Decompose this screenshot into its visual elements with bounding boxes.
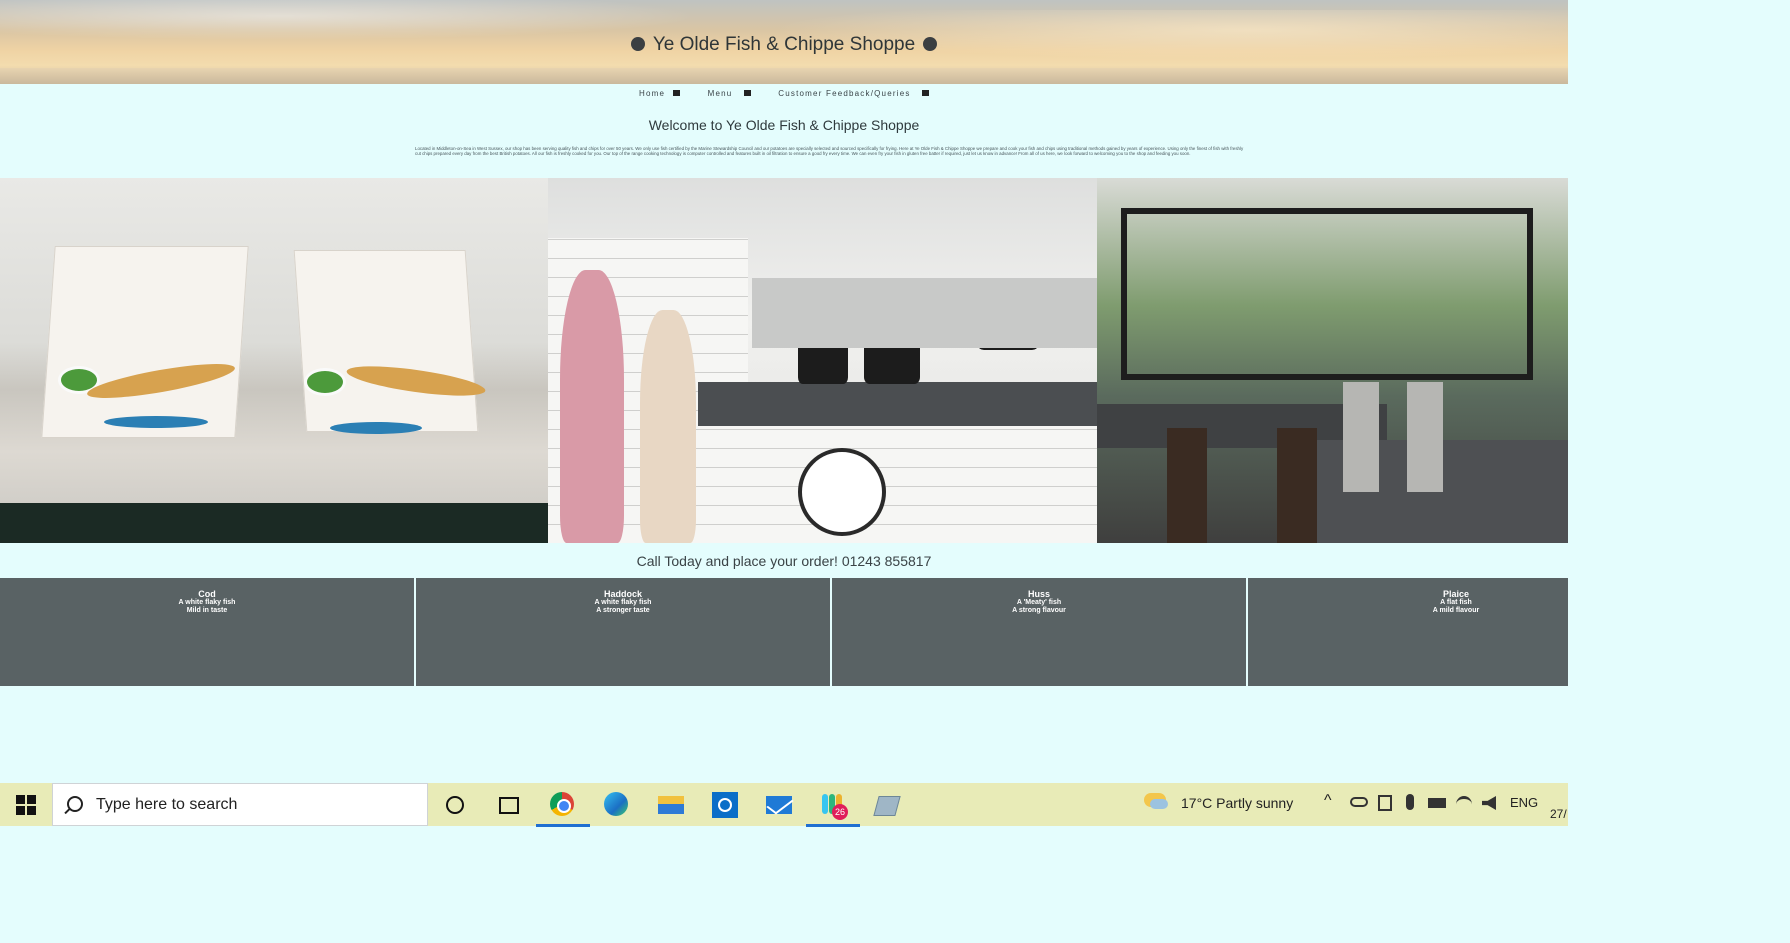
onedrive-icon[interactable] xyxy=(1350,797,1368,807)
fish-taste: A stronger taste xyxy=(596,607,650,614)
nav-menu[interactable]: Menu xyxy=(702,89,757,98)
fish-cards: Cod A white flaky fish Mild in taste Had… xyxy=(0,578,1568,686)
language-indicator[interactable]: ENG xyxy=(1510,795,1538,810)
nav-feedback[interactable]: Customer Feedback/Queries xyxy=(772,89,935,98)
takeaway-box xyxy=(41,246,249,438)
fish-name: Huss xyxy=(1027,589,1050,599)
fish-description: A white flaky fish xyxy=(594,599,652,606)
fish-description: A flat fish xyxy=(1440,599,1472,606)
bench-shadow xyxy=(0,503,548,543)
windows-start-icon[interactable] xyxy=(16,795,36,815)
fish-card-plaice: Plaice A flat fish A mild flavour xyxy=(1248,578,1568,686)
rose-emblem-icon xyxy=(923,37,938,51)
nav-home[interactable]: Home xyxy=(633,89,686,98)
fish-name: Cod xyxy=(198,589,216,599)
chrome-icon[interactable] xyxy=(536,790,590,827)
search-placeholder: Type here to search xyxy=(96,796,238,813)
rose-logo-icon xyxy=(798,448,886,536)
windows-taskbar: Type here to search 26 17°C Partly sunny… xyxy=(0,783,1568,827)
fish-card-huss: Huss A 'Meaty' fish A strong flavour xyxy=(832,578,1246,686)
fish-taste: A mild flavour xyxy=(1432,607,1480,614)
fish-card-haddock: Haddock A white flaky fish A stronger ta… xyxy=(416,578,830,686)
chair xyxy=(1277,428,1317,543)
counter-tiles xyxy=(698,426,1097,543)
chevron-up-icon[interactable]: ^ xyxy=(1324,792,1332,810)
box-fish-print xyxy=(104,416,208,428)
fish-taste: A strong flavour xyxy=(1012,607,1066,614)
hero-banner: Ye Olde Fish & Chippe Shoppe xyxy=(0,0,1568,84)
weather-text[interactable]: 17°C Partly sunny xyxy=(1181,795,1293,811)
file-explorer-icon[interactable] xyxy=(656,790,686,820)
call-to-action: Call Today and place your order! 01243 8… xyxy=(636,553,932,569)
microphone-icon[interactable] xyxy=(1406,794,1414,810)
volume-icon[interactable] xyxy=(1482,796,1496,810)
fish-icon xyxy=(743,90,751,96)
home-icon xyxy=(673,90,681,96)
intro-paragraph: Located in Middleton-on-Sea in West Suss… xyxy=(415,146,1244,157)
welcome-heading: Welcome to Ye Olde Fish & Chippe Shoppe xyxy=(648,117,920,133)
fish-card-cod: Cod A white flaky fish Mild in taste xyxy=(0,578,414,686)
dell-icon[interactable] xyxy=(710,790,740,820)
task-view-icon[interactable] xyxy=(494,790,524,820)
wifi-icon[interactable] xyxy=(1456,796,1472,813)
fish-name: Plaice xyxy=(1442,589,1470,599)
notes-icon[interactable] xyxy=(872,790,902,820)
box-fish-print xyxy=(330,422,422,434)
fish-description: A white flaky fish xyxy=(178,599,236,606)
site-title: Ye Olde Fish & Chippe Shoppe xyxy=(652,34,916,55)
taskbar-search-box[interactable]: Type here to search xyxy=(52,783,428,826)
sea-horizon xyxy=(0,68,1568,84)
meet-now-icon[interactable] xyxy=(1378,795,1392,811)
fish-name: Haddock xyxy=(603,589,642,599)
shop-counter-photo xyxy=(548,178,1097,543)
battery-icon[interactable] xyxy=(1428,798,1446,808)
mail-icon[interactable] xyxy=(764,790,794,820)
notification-badge: 26 xyxy=(832,804,848,820)
edge-icon[interactable] xyxy=(602,790,632,820)
bar-stool xyxy=(1343,382,1379,492)
fish-description: A 'Meaty' fish xyxy=(1016,599,1062,606)
book-icon xyxy=(921,90,929,96)
takeaway-box xyxy=(293,250,479,432)
fish-taste: Mild in taste xyxy=(186,607,228,614)
customer-woman xyxy=(640,310,696,543)
chair xyxy=(1167,428,1207,543)
photo-strip xyxy=(0,178,1568,543)
rose-emblem-icon xyxy=(630,37,645,51)
clock-date[interactable]: 27/ xyxy=(1550,807,1567,821)
fish-and-chips-boxes-photo xyxy=(0,178,548,543)
cortana-icon[interactable] xyxy=(440,790,470,820)
main-nav: Home Menu Customer Feedback/Queries xyxy=(0,89,1568,98)
site-title-row: Ye Olde Fish & Chippe Shoppe xyxy=(0,34,1568,56)
slack-icon[interactable]: 26 xyxy=(806,790,860,827)
fryer-range xyxy=(752,278,1097,348)
bar-stool xyxy=(1407,382,1443,492)
customer-man xyxy=(560,270,624,543)
mushy-peas xyxy=(304,368,346,396)
counter-top xyxy=(698,382,1097,426)
search-icon xyxy=(67,796,83,812)
seating-area-photo xyxy=(1097,178,1568,543)
shop-window xyxy=(1121,208,1533,380)
